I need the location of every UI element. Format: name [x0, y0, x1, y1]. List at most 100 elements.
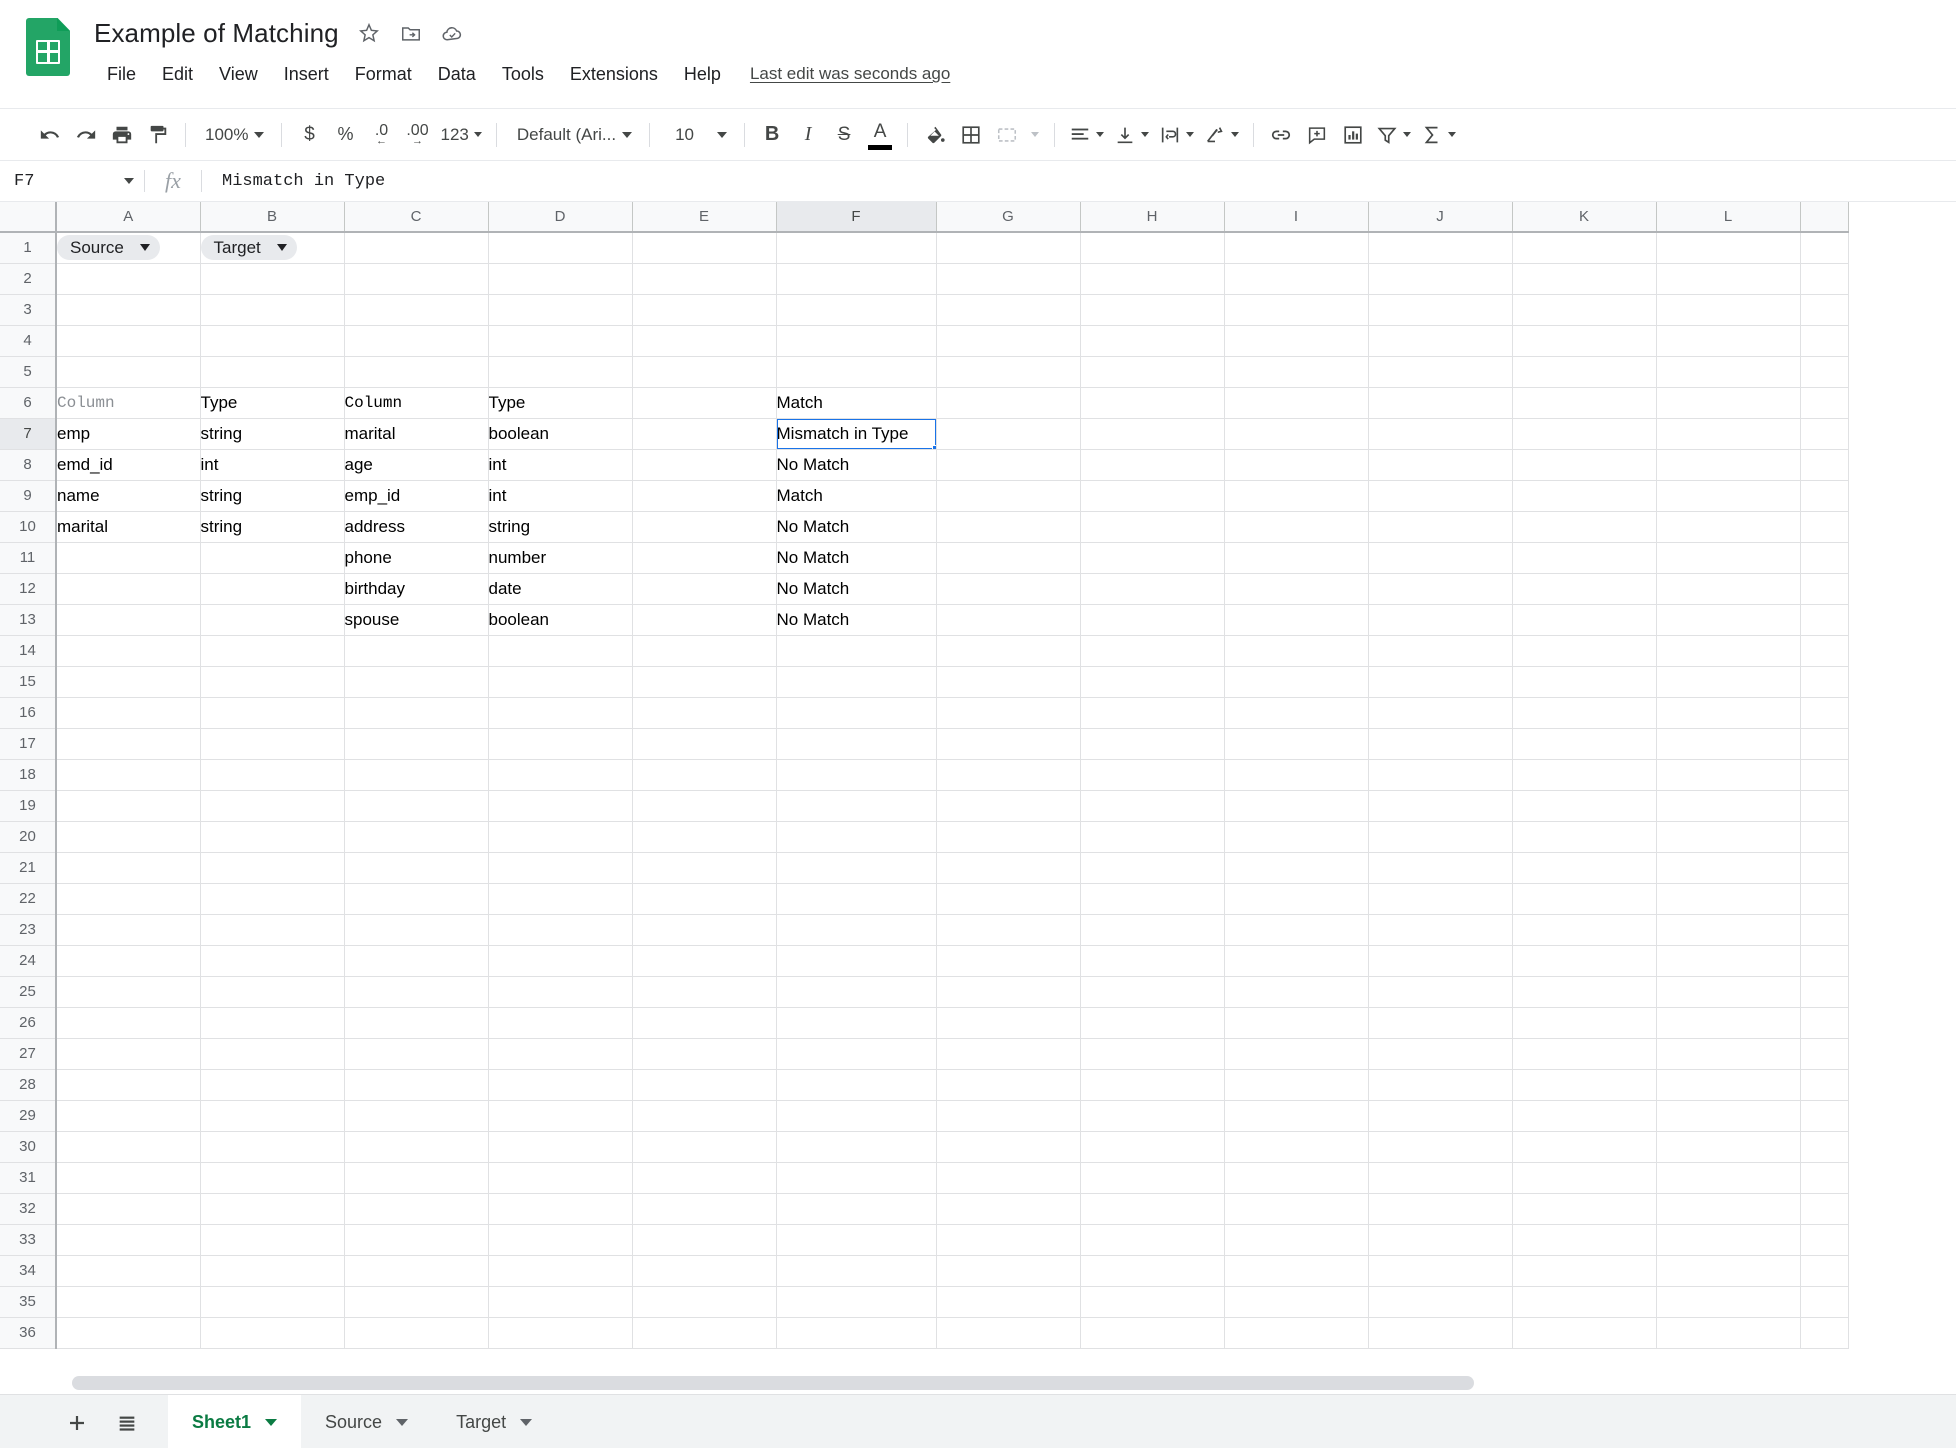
cell-i25[interactable]	[1224, 976, 1369, 1008]
cell-l6[interactable]	[1656, 387, 1801, 419]
cell-f2[interactable]	[776, 263, 937, 295]
cell-b12[interactable]	[200, 573, 345, 605]
cell-d16[interactable]	[488, 697, 633, 729]
cell-c17[interactable]	[344, 728, 489, 760]
cell-c31[interactable]	[344, 1162, 489, 1194]
cell-a5[interactable]	[56, 356, 201, 388]
row-header-1[interactable]: 1	[0, 232, 57, 264]
cell-i2[interactable]	[1224, 263, 1369, 295]
cell-i12[interactable]	[1224, 573, 1369, 605]
row-header-2[interactable]: 2	[0, 263, 57, 295]
cell-j33[interactable]	[1368, 1224, 1513, 1256]
cell-i32[interactable]	[1224, 1193, 1369, 1225]
cell-g31[interactable]	[936, 1162, 1081, 1194]
cell-l19[interactable]	[1656, 790, 1801, 822]
cell-a35[interactable]	[56, 1286, 201, 1318]
cell-b23[interactable]	[200, 914, 345, 946]
cell-b3[interactable]	[200, 294, 345, 326]
cell-c23[interactable]	[344, 914, 489, 946]
cell-e33[interactable]	[632, 1224, 777, 1256]
cell-b34[interactable]	[200, 1255, 345, 1287]
cell-i11[interactable]	[1224, 542, 1369, 574]
cell-k23[interactable]	[1512, 914, 1657, 946]
cell-k32[interactable]	[1512, 1193, 1657, 1225]
fill-handle[interactable]	[931, 444, 935, 448]
menu-edit[interactable]: Edit	[149, 60, 206, 88]
cell-c20[interactable]	[344, 821, 489, 853]
cell-g20[interactable]	[936, 821, 1081, 853]
cell-f16[interactable]	[776, 697, 937, 729]
cell-e14[interactable]	[632, 635, 777, 667]
cell-i23[interactable]	[1224, 914, 1369, 946]
cell-f29[interactable]	[776, 1100, 937, 1132]
cell-d15[interactable]	[488, 666, 633, 698]
cell-f13[interactable]: No Match	[776, 604, 937, 636]
cell-j1[interactable]	[1368, 232, 1513, 264]
cell-k5[interactable]	[1512, 356, 1657, 388]
cell-j15[interactable]	[1368, 666, 1513, 698]
spreadsheet-grid[interactable]: ABCDEFGHIJKL 1 Source Target 2 3 4 5 6 Column Typ…	[0, 202, 1956, 1394]
cell-d31[interactable]	[488, 1162, 633, 1194]
cell-b24[interactable]	[200, 945, 345, 977]
cell-k12[interactable]	[1512, 573, 1657, 605]
cell-g10[interactable]	[936, 511, 1081, 543]
cell-f28[interactable]	[776, 1069, 937, 1101]
cell-j8[interactable]	[1368, 449, 1513, 481]
cell-a17[interactable]	[56, 728, 201, 760]
row-header-33[interactable]: 33	[0, 1224, 57, 1256]
cell-i17[interactable]	[1224, 728, 1369, 760]
cell-i30[interactable]	[1224, 1131, 1369, 1163]
cell-a14[interactable]	[56, 635, 201, 667]
cell-g8[interactable]	[936, 449, 1081, 481]
formula-input[interactable]: Mismatch in Type	[202, 172, 1956, 191]
sheet-tab-sheet1[interactable]: Sheet1	[168, 1395, 302, 1448]
cell-b16[interactable]	[200, 697, 345, 729]
cell-h11[interactable]	[1080, 542, 1225, 574]
page-title[interactable]: Example of Matching	[94, 16, 339, 50]
column-header-k[interactable]: K	[1512, 202, 1657, 233]
cell-d36[interactable]	[488, 1317, 633, 1349]
cell-f1[interactable]	[776, 232, 937, 264]
cell-l18[interactable]	[1656, 759, 1801, 791]
cell-d22[interactable]	[488, 883, 633, 915]
currency-format-button[interactable]: $	[291, 117, 327, 153]
cell-g30[interactable]	[936, 1131, 1081, 1163]
cell-d6[interactable]: Type	[488, 387, 633, 419]
cell-g1[interactable]	[936, 232, 1081, 264]
row-header-32[interactable]: 32	[0, 1193, 57, 1225]
cell-j10[interactable]	[1368, 511, 1513, 543]
cell-g36[interactable]	[936, 1317, 1081, 1349]
cell-d13[interactable]: boolean	[488, 604, 633, 636]
cell-b17[interactable]	[200, 728, 345, 760]
cell-a24[interactable]	[56, 945, 201, 977]
cell-d26[interactable]	[488, 1007, 633, 1039]
cell-k16[interactable]	[1512, 697, 1657, 729]
cell-l8[interactable]	[1656, 449, 1801, 481]
cell-c2[interactable]	[344, 263, 489, 295]
cell-h28[interactable]	[1080, 1069, 1225, 1101]
cell-a15[interactable]	[56, 666, 201, 698]
menu-file[interactable]: File	[94, 60, 149, 88]
cell-d20[interactable]	[488, 821, 633, 853]
text-color-button[interactable]: A	[862, 117, 898, 153]
cell-a4[interactable]	[56, 325, 201, 357]
cell-d18[interactable]	[488, 759, 633, 791]
cell-j32[interactable]	[1368, 1193, 1513, 1225]
cell-k6[interactable]	[1512, 387, 1657, 419]
cell-i26[interactable]	[1224, 1007, 1369, 1039]
cell-h21[interactable]	[1080, 852, 1225, 884]
cell-b19[interactable]	[200, 790, 345, 822]
cell-c8[interactable]: age	[344, 449, 489, 481]
cell-g26[interactable]	[936, 1007, 1081, 1039]
cell-d9[interactable]: int	[488, 480, 633, 512]
cell-k7[interactable]	[1512, 418, 1657, 450]
cell-h25[interactable]	[1080, 976, 1225, 1008]
horizontal-scrollbar[interactable]	[0, 1372, 1956, 1394]
cell-h12[interactable]	[1080, 573, 1225, 605]
cell-h35[interactable]	[1080, 1286, 1225, 1318]
cell-e32[interactable]	[632, 1193, 777, 1225]
row-header-11[interactable]: 11	[0, 542, 57, 574]
move-to-folder-icon[interactable]	[399, 21, 423, 45]
cell-a25[interactable]	[56, 976, 201, 1008]
cell-c36[interactable]	[344, 1317, 489, 1349]
